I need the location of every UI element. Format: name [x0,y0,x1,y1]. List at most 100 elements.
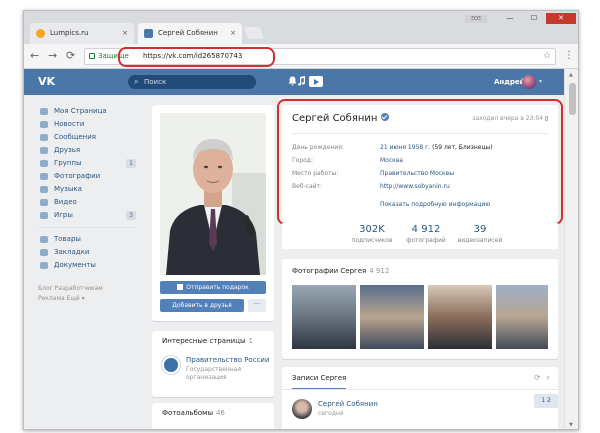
tab-close-icon[interactable]: × [122,23,128,44]
music-icon[interactable] [297,76,306,90]
photo-thumb[interactable] [292,285,356,349]
title-text: Фотоальбомы [162,409,213,417]
tab-close-icon[interactable]: × [230,23,236,44]
more-actions-button[interactable]: ··· [248,299,266,312]
market-icon [40,236,48,243]
photo-thumb[interactable] [360,285,424,349]
menu-item-photos[interactable]: Фотографии [38,170,136,183]
bell-icon[interactable] [288,76,297,90]
posts-tab[interactable]: Записи Сергея [292,374,347,390]
search-placeholder: Поиск [144,78,167,86]
counter-label: видеозаписей [457,237,503,244]
user-avatar[interactable] [522,75,536,89]
title-text: Интересные страницы [162,337,246,345]
scroll-down-icon[interactable]: ▼ [569,422,573,428]
menu-label: Закладки [54,248,90,256]
menu-label: Новости [54,120,85,128]
menu-label: Музыка [54,185,82,193]
scroll-thumb[interactable] [569,83,576,115]
counter-number: 39 [473,224,487,235]
photos-title[interactable]: Фотографии Сергея 4 912 [292,267,389,275]
counter-label: фотографий [406,237,446,244]
search-icon: ⌕ [134,77,139,86]
interesting-pages-title[interactable]: Интересные страницы 1 [162,337,253,345]
tab-vk-profile[interactable]: Сергей Собянин × [138,23,242,44]
page-subtitle: Государственная организация [186,366,241,381]
lumpics-favicon-icon [36,29,45,38]
send-gift-button[interactable]: Отправить подарок [160,281,266,294]
browser-menu-icon[interactable]: ⋮ [564,49,574,63]
followers-counter[interactable]: 302K подписчиков [342,223,402,245]
counter-label: подписчиков [351,237,393,244]
bookmark-star-icon[interactable]: ☆ [543,49,551,64]
menu-item-documents[interactable]: Документы [38,259,136,272]
menu-item-news[interactable]: Новости [38,118,136,131]
page-name-link[interactable]: Правительство России [186,356,270,364]
profile-photo[interactable] [160,113,266,275]
games-count-badge: 3 [126,211,136,220]
browser-toolbar: ← → ⟳ Защище https://vk.com/id265870743 … [24,44,578,69]
videos-counter[interactable]: 39 видеозаписей [450,223,510,245]
vk-logo[interactable]: VK [38,75,58,89]
albums-title[interactable]: Фотоальбомы 46 [162,409,225,417]
menu-divider [38,227,136,228]
video-play-icon[interactable] [309,76,323,87]
gift-icon [177,284,184,290]
menu-item-messages[interactable]: Сообщения [38,131,136,144]
posts-pager[interactable]: 1 2 [534,394,558,408]
news-icon [40,121,48,128]
menu-item-friends[interactable]: Друзья [38,144,136,157]
url-highlight-frame [118,47,275,67]
forward-icon[interactable]: → [48,49,57,63]
scroll-up-icon[interactable]: ▲ [569,72,573,78]
new-tab-button[interactable] [244,27,264,39]
refresh-icon[interactable]: ⟳ [534,373,541,382]
footer-links-2[interactable]: Реклама Ещё ▾ [38,294,136,304]
photos-card: Фотографии Сергея 4 912 [282,259,558,359]
browser-window: Lumpics.ru × Сергей Собянин × ΞΟΞ — ☐ ✕ … [23,10,579,430]
search-icon[interactable]: ⌕ [546,373,550,383]
title-count: 4 912 [369,267,390,275]
menu-label: Товары [54,235,81,243]
wall-posts-card: Записи Сергея ⟳ ⌕ Сергей Собянин сегодня [282,367,558,429]
close-window-button[interactable]: ✕ [546,13,576,24]
reload-icon[interactable]: ⟳ [66,49,75,63]
maximize-button[interactable]: ☐ [522,13,546,24]
tab-label: Lumpics.ru [50,29,89,37]
post-author-avatar[interactable] [292,399,312,419]
video-icon [40,199,48,206]
menu-item-groups[interactable]: Группы 1 [38,157,136,170]
back-icon[interactable]: ← [30,49,39,63]
vk-user-name[interactable]: Андрей [494,69,525,95]
menu-footer: Блог Разработчикам Реклама Ещё ▾ [38,284,136,304]
albums-card: Фотоальбомы 46 [152,403,274,429]
title-count: 46 [215,409,225,417]
add-friend-button[interactable]: Добавить в друзья [160,299,244,312]
friends-icon [40,147,48,154]
tab-lumpics[interactable]: Lumpics.ru × [30,23,134,44]
lock-icon [89,53,95,59]
menu-item-games[interactable]: Игры 3 [38,209,136,222]
post-author-link[interactable]: Сергей Собянин [318,400,378,408]
profile-counters: 302K подписчиков 4 912 фотографий 39 видеоз… [282,223,558,249]
menu-item-market[interactable]: Товары [38,233,136,246]
menu-item-music[interactable]: Музыка [38,183,136,196]
menu-label: Сообщения [54,133,97,141]
photo-thumb[interactable] [496,285,548,349]
government-avatar[interactable] [162,356,180,374]
footer-links-1[interactable]: Блог Разработчикам [38,284,136,294]
photos-counter[interactable]: 4 912 фотографий [396,223,456,245]
menu-item-bookmarks[interactable]: Закладки [38,246,136,259]
menu-item-video[interactable]: Видео [38,196,136,209]
chevron-down-icon[interactable]: ▾ [539,69,542,95]
photo-thumb[interactable] [428,285,492,349]
menu-label: Видео [54,198,77,206]
minimize-button[interactable]: — [498,13,522,24]
menu-item-my-page[interactable]: Моя Страница [38,105,136,118]
post-date[interactable]: сегодня [318,410,344,417]
page-scrollbar[interactable]: ▲ ▼ [564,69,578,429]
vk-search-input[interactable]: ⌕ Поиск [128,75,256,89]
counter-number: 4 912 [411,224,441,235]
title-count: 1 [248,337,253,345]
browser-profile-button[interactable]: ΞΟΞ [465,15,487,23]
